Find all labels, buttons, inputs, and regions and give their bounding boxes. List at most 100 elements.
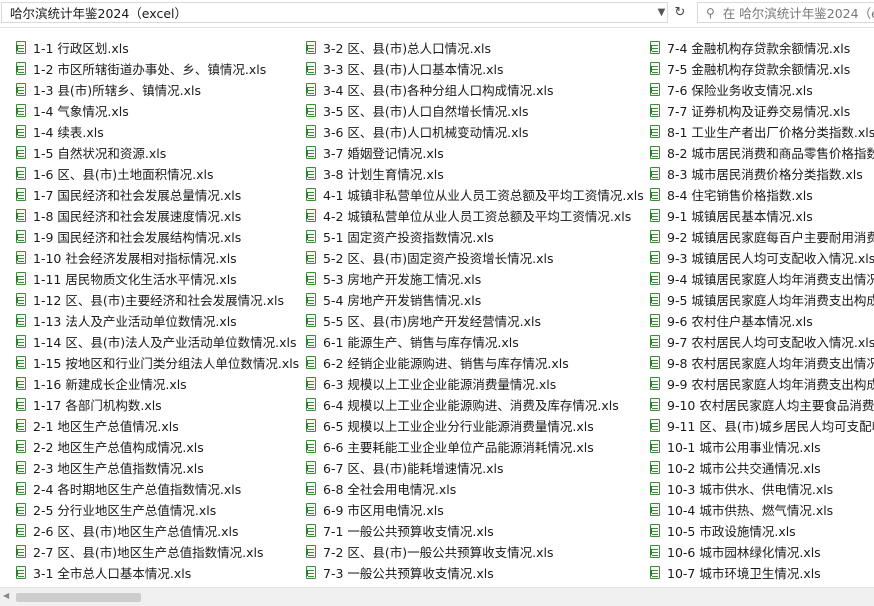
file-item[interactable]: 1-4 续表.xls: [16, 121, 301, 142]
file-item[interactable]: 2-2 地区生产总值构成情况.xls: [16, 436, 301, 457]
file-item[interactable]: 5-2 区、县(市)固定资产投资增长情况.xls: [306, 247, 646, 268]
file-item[interactable]: 10-5 市政设施情况.xls: [650, 520, 874, 541]
file-item[interactable]: 1-2 市区所辖街道办事处、乡、镇情况.xls: [16, 58, 301, 79]
file-item[interactable]: 6-5 规模以上工业企业分行业能源消费量情况.xls: [306, 415, 646, 436]
file-name: 3-8 计划生育情况.xls: [323, 167, 444, 182]
excel-file-icon: [16, 482, 26, 495]
file-item[interactable]: 1-16 新建成长企业情况.xls: [16, 373, 301, 394]
file-item[interactable]: 9-11 区、县(市)城乡居民人均可支配收入情况.xls: [650, 415, 874, 436]
file-item[interactable]: 5-5 区、县(市)房地产开发经营情况.xls: [306, 310, 646, 331]
address-bar[interactable]: 哈尔滨统计年鉴2024（excel）: [1, 2, 668, 23]
file-item[interactable]: 2-6 区、县(市)地区生产总值情况.xls: [16, 520, 301, 541]
file-name: 6-2 经销企业能源购进、销售与库存情况.xls: [323, 356, 569, 371]
file-item[interactable]: 3-1 全市总人口基本情况.xls: [16, 562, 301, 583]
file-item[interactable]: 7-6 保险业务收支情况.xls: [650, 79, 874, 100]
file-item[interactable]: 6-9 市区用电情况.xls: [306, 499, 646, 520]
file-name: 6-3 规模以上工业企业能源消费量情况.xls: [323, 377, 557, 392]
file-item[interactable]: 1-10 社会经济发展相对指标情况.xls: [16, 247, 301, 268]
file-item[interactable]: 3-8 计划生育情况.xls: [306, 163, 646, 184]
file-item[interactable]: 2-7 区、县(市)地区生产总值指数情况.xls: [16, 541, 301, 562]
file-item[interactable]: 3-2 区、县(市)总人口情况.xls: [306, 37, 646, 58]
file-item[interactable]: 10-3 城市供水、供电情况.xls: [650, 478, 874, 499]
file-item[interactable]: 10-1 城市公用事业情况.xls: [650, 436, 874, 457]
excel-file-icon: [16, 419, 26, 432]
scroll-left-arrow-icon[interactable]: ◀: [3, 591, 9, 600]
file-item[interactable]: 9-4 城镇居民家庭人均年消费支出情况.xls: [650, 268, 874, 289]
file-item[interactable]: 9-9 农村居民家庭人均年消费支出构成情况.xls: [650, 373, 874, 394]
file-item[interactable]: 1-3 县(市)所辖乡、镇情况.xls: [16, 79, 301, 100]
refresh-icon[interactable]: ↻: [670, 2, 690, 23]
file-item[interactable]: 9-5 城镇居民家庭人均年消费支出构成情况.xls: [650, 289, 874, 310]
file-item[interactable]: 1-8 国民经济和社会发展速度情况.xls: [16, 205, 301, 226]
file-item[interactable]: 6-7 区、县(市)能耗增速情况.xls: [306, 457, 646, 478]
file-item[interactable]: 8-4 住宅销售价格指数.xls: [650, 184, 874, 205]
file-item[interactable]: 1-11 居民物质文化生活水平情况.xls: [16, 268, 301, 289]
file-item[interactable]: 1-17 各部门机构数.xls: [16, 394, 301, 415]
file-item[interactable]: 1-15 按地区和行业门类分组法人单位数情况.xls: [16, 352, 301, 373]
file-item[interactable]: 9-1 城镇居民基本情况.xls: [650, 205, 874, 226]
file-item[interactable]: 6-3 规模以上工业企业能源消费量情况.xls: [306, 373, 646, 394]
file-item[interactable]: 7-2 区、县(市)一般公共预算收支情况.xls: [306, 541, 646, 562]
scrollbar-thumb[interactable]: [16, 593, 141, 602]
file-item[interactable]: 6-1 能源生产、销售与库存情况.xls: [306, 331, 646, 352]
horizontal-scrollbar[interactable]: ◀: [0, 587, 874, 606]
file-item[interactable]: 2-4 各时期地区生产总值指数情况.xls: [16, 478, 301, 499]
file-item[interactable]: 9-7 农村居民人均可支配收入情况.xls: [650, 331, 874, 352]
file-item[interactable]: 5-3 房地产开发施工情况.xls: [306, 268, 646, 289]
excel-file-icon: [306, 125, 316, 138]
excel-file-icon: [650, 125, 660, 138]
file-item[interactable]: 1-14 区、县(市)法人及产业活动单位数情况.xls: [16, 331, 301, 352]
file-item[interactable]: 1-6 区、县(市)土地面积情况.xls: [16, 163, 301, 184]
file-name: 10-2 城市公共交通情况.xls: [667, 461, 821, 476]
file-item[interactable]: 6-6 主要耗能工业企业单位产品能源消耗情况.xls: [306, 436, 646, 457]
file-item[interactable]: 7-4 金融机构存贷款余额情况.xls: [650, 37, 874, 58]
file-item[interactable]: 2-5 分行业地区生产总值情况.xls: [16, 499, 301, 520]
file-item[interactable]: 5-1 固定资产投资指数情况.xls: [306, 226, 646, 247]
search-input[interactable]: ⚲ 在 哈尔滨统计年鉴2024（excel）中搜索: [697, 2, 874, 23]
excel-file-icon: [16, 440, 26, 453]
file-item[interactable]: 8-3 城市居民消费价格分类指数.xls: [650, 163, 874, 184]
file-item[interactable]: 9-2 城镇居民家庭每百户主要耐用消费品拥有量.xls: [650, 226, 874, 247]
file-item[interactable]: 10-6 城市园林绿化情况.xls: [650, 541, 874, 562]
file-item[interactable]: 3-5 区、县(市)人口自然增长情况.xls: [306, 100, 646, 121]
file-name: 1-17 各部门机构数.xls: [33, 398, 162, 413]
file-item[interactable]: 6-8 全社会用电情况.xls: [306, 478, 646, 499]
file-item[interactable]: 10-4 城市供热、燃气情况.xls: [650, 499, 874, 520]
chevron-down-icon[interactable]: ▼: [654, 2, 669, 23]
file-item[interactable]: 6-4 规模以上工业企业能源购进、消费及库存情况.xls: [306, 394, 646, 415]
file-item[interactable]: 3-4 区、县(市)各种分组人口构成情况.xls: [306, 79, 646, 100]
file-item[interactable]: 2-1 地区生产总值情况.xls: [16, 415, 301, 436]
file-name: 8-4 住宅销售价格指数.xls: [667, 188, 813, 203]
file-name: 3-3 区、县(市)人口基本情况.xls: [323, 62, 504, 77]
file-item[interactable]: 9-8 农村居民家庭人均年消费支出情况.xls: [650, 352, 874, 373]
file-item[interactable]: 4-2 城镇私营单位从业人员工资总额及平均工资情况.xls: [306, 205, 646, 226]
file-item[interactable]: 10-2 城市公共交通情况.xls: [650, 457, 874, 478]
file-item[interactable]: 7-7 证券机构及证券交易情况.xls: [650, 100, 874, 121]
file-item[interactable]: 8-2 城市居民消费和商品零售价格指数.xls: [650, 142, 874, 163]
file-item[interactable]: 7-1 一般公共预算收支情况.xls: [306, 520, 646, 541]
file-item[interactable]: 4-1 城镇非私营单位从业人员工资总额及平均工资情况.xls: [306, 184, 646, 205]
file-item[interactable]: 1-4 气象情况.xls: [16, 100, 301, 121]
file-item[interactable]: 9-6 农村住户基本情况.xls: [650, 310, 874, 331]
file-item[interactable]: 1-1 行政区划.xls: [16, 37, 301, 58]
file-item[interactable]: 5-4 房地产开发销售情况.xls: [306, 289, 646, 310]
file-item[interactable]: 3-6 区、县(市)人口机械变动情况.xls: [306, 121, 646, 142]
file-item[interactable]: 7-3 一般公共预算收支情况.xls: [306, 562, 646, 583]
file-item[interactable]: 10-7 城市环境卫生情况.xls: [650, 562, 874, 583]
file-name: 6-7 区、县(市)能耗增速情况.xls: [323, 461, 504, 476]
file-item[interactable]: 1-13 法人及产业活动单位数情况.xls: [16, 310, 301, 331]
file-item[interactable]: 1-7 国民经济和社会发展总量情况.xls: [16, 184, 301, 205]
file-item[interactable]: 1-5 自然状况和资源.xls: [16, 142, 301, 163]
file-item[interactable]: 3-3 区、县(市)人口基本情况.xls: [306, 58, 646, 79]
file-name: 9-8 农村居民家庭人均年消费支出情况.xls: [667, 356, 874, 371]
excel-file-icon: [306, 335, 316, 348]
file-item[interactable]: 1-9 国民经济和社会发展结构情况.xls: [16, 226, 301, 247]
file-item[interactable]: 1-12 区、县(市)主要经济和社会发展情况.xls: [16, 289, 301, 310]
file-item[interactable]: 6-2 经销企业能源购进、销售与库存情况.xls: [306, 352, 646, 373]
file-item[interactable]: 3-7 婚姻登记情况.xls: [306, 142, 646, 163]
file-item[interactable]: 9-10 农村居民家庭人均主要食品消费量.xls: [650, 394, 874, 415]
file-item[interactable]: 9-3 城镇居民人均可支配收入情况.xls: [650, 247, 874, 268]
file-item[interactable]: 2-3 地区生产总值指数情况.xls: [16, 457, 301, 478]
file-item[interactable]: 7-5 金融机构存贷款余额情况.xls: [650, 58, 874, 79]
file-item[interactable]: 8-1 工业生产者出厂价格分类指数.xls: [650, 121, 874, 142]
